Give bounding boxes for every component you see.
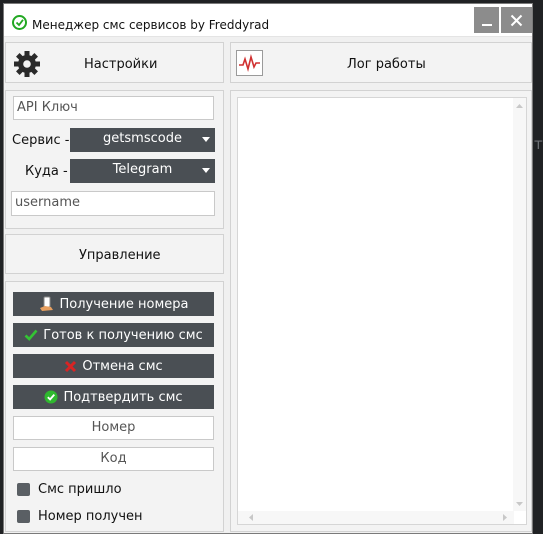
confirm-sms-button[interactable]: Подтвердить смс bbox=[13, 385, 214, 409]
scroll-left-icon[interactable] bbox=[246, 511, 256, 524]
cancel-sms-button[interactable]: Отмена смс bbox=[13, 354, 214, 378]
get-number-label: Получение номера bbox=[59, 296, 189, 312]
scroll-right-icon[interactable] bbox=[500, 511, 510, 524]
phone-hand-icon bbox=[39, 296, 55, 312]
green-check-circle-icon bbox=[44, 390, 58, 404]
settings-title: Настройки bbox=[84, 57, 158, 72]
number-received-label: Номер получен bbox=[38, 509, 143, 524]
api-key-input[interactable]: API Ключ bbox=[13, 96, 214, 120]
code-field[interactable]: Код bbox=[13, 447, 214, 471]
close-button[interactable] bbox=[501, 7, 532, 33]
username-input[interactable]: username bbox=[11, 191, 215, 216]
background-fragment: т bbox=[534, 135, 543, 153]
control-header: Управление bbox=[5, 234, 224, 274]
number-received-checkbox[interactable]: Номер получен bbox=[17, 509, 143, 524]
target-dropdown[interactable]: Telegram bbox=[70, 159, 215, 183]
service-dropdown[interactable]: getsmscode bbox=[70, 128, 215, 152]
scroll-down-icon[interactable] bbox=[513, 499, 526, 509]
target-value: Telegram bbox=[112, 162, 173, 177]
pulse-chart-icon bbox=[236, 50, 263, 80]
ready-for-sms-label: Готов к получению смс bbox=[43, 327, 203, 343]
log-header: Лог работы bbox=[230, 42, 532, 83]
control-title: Управление bbox=[79, 248, 161, 263]
ready-for-sms-button[interactable]: Готов к получению смс bbox=[13, 323, 214, 347]
checkbox-box[interactable] bbox=[17, 483, 30, 496]
vertical-scrollbar[interactable] bbox=[513, 98, 526, 511]
cancel-sms-label: Отмена смс bbox=[82, 358, 163, 374]
settings-header: Настройки bbox=[5, 42, 224, 83]
scroll-up-icon[interactable] bbox=[513, 101, 526, 111]
service-value: getsmscode bbox=[103, 131, 182, 146]
app-window: Менеджер смс сервисов by Freddyrad Настр… bbox=[3, 3, 533, 534]
confirm-sms-label: Подтвердить смс bbox=[63, 389, 183, 405]
window-title: Менеджер смс сервисов by Freddyrad bbox=[32, 18, 270, 32]
red-x-icon bbox=[64, 360, 77, 373]
log-title: Лог работы bbox=[347, 57, 426, 72]
minimize-button[interactable] bbox=[474, 7, 499, 33]
title-bar: Менеджер смс сервисов by Freddyrad bbox=[4, 4, 532, 37]
sms-received-checkbox[interactable]: Смс пришло bbox=[17, 482, 122, 497]
service-label: Сервис - bbox=[12, 133, 70, 148]
horizontal-scrollbar[interactable] bbox=[238, 511, 514, 524]
log-content bbox=[238, 98, 526, 106]
close-icon bbox=[510, 14, 523, 26]
minimize-icon bbox=[481, 24, 492, 26]
checkmark-icon bbox=[24, 328, 38, 342]
chevron-down-icon bbox=[202, 168, 210, 173]
log-textarea[interactable] bbox=[237, 97, 527, 525]
gear-icon bbox=[12, 49, 42, 83]
app-logo-icon bbox=[12, 15, 27, 30]
checkbox-box[interactable] bbox=[17, 510, 30, 523]
get-number-button[interactable]: Получение номера bbox=[13, 292, 214, 316]
target-label: Куда - bbox=[25, 164, 68, 179]
sms-received-label: Смс пришло bbox=[38, 482, 122, 497]
chevron-down-icon bbox=[202, 137, 210, 142]
number-field[interactable]: Номер bbox=[13, 416, 214, 440]
